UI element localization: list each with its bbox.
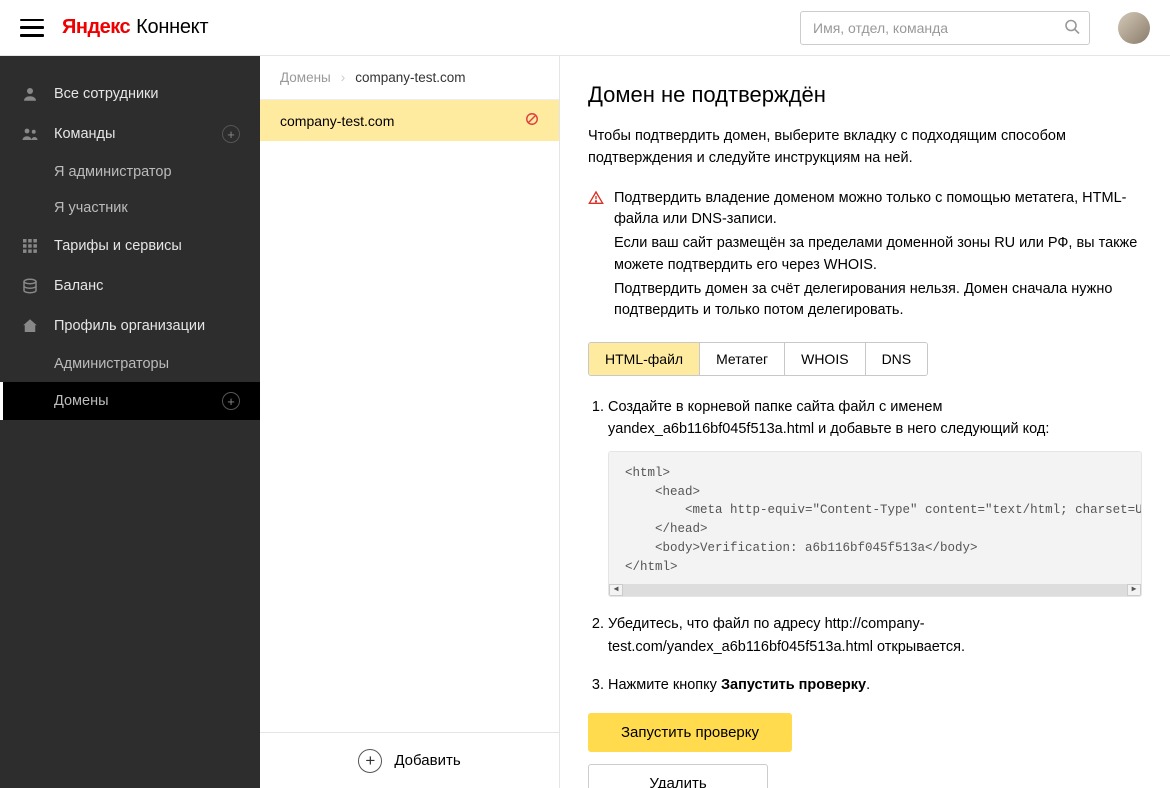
search-icon[interactable] [1064, 18, 1080, 37]
plus-icon: + [358, 749, 382, 773]
alert-line: Подтвердить владение доменом можно тольк… [614, 188, 1142, 232]
sidebar-item-balance[interactable]: Баланс [0, 266, 260, 306]
domain-list: company-test.com [260, 100, 559, 732]
sidebar-item-teams[interactable]: Команды + [0, 114, 260, 154]
step-1: Создайте в корневой папке сайта файл с и… [608, 396, 1142, 597]
run-check-button[interactable]: Запустить проверку [588, 713, 792, 752]
sidebar-label: Администраторы [54, 356, 240, 372]
sidebar-label: Все сотрудники [54, 86, 240, 102]
sidebar-label: Я администратор [54, 164, 240, 180]
people-icon [20, 124, 40, 144]
domain-row[interactable]: company-test.com [260, 100, 559, 141]
breadcrumb-current: company-test.com [355, 70, 465, 85]
alert-line: Если ваш сайт размещён за пределами доме… [614, 233, 1142, 277]
sidebar: Все сотрудники Команды + Я администратор… [0, 56, 260, 788]
sidebar-label: Команды [54, 126, 222, 142]
sidebar-label: Баланс [54, 278, 240, 294]
sidebar-label: Домены [54, 393, 222, 409]
sidebar-item-admins[interactable]: Администраторы [0, 346, 260, 382]
search-input[interactable] [800, 11, 1090, 45]
grid-icon [20, 236, 40, 256]
menu-hamburger-icon[interactable] [20, 19, 44, 37]
person-icon [20, 84, 40, 104]
tab-dns[interactable]: DNS [866, 343, 928, 375]
steps: Создайте в корневой папке сайта файл с и… [588, 396, 1142, 697]
code-content: <html> <head> <meta http-equiv="Content-… [625, 466, 1142, 574]
domain-name: company-test.com [280, 113, 394, 129]
add-label: Добавить [394, 752, 460, 769]
tab-html-file[interactable]: HTML-файл [589, 343, 700, 375]
sidebar-item-tariffs[interactable]: Тарифы и сервисы [0, 226, 260, 266]
sidebar-item-all-employees[interactable]: Все сотрудники [0, 74, 260, 114]
step-2: Убедитесь, что файл по адресу http://com… [608, 613, 1142, 658]
search-box [800, 11, 1090, 45]
add-icon[interactable]: + [222, 392, 240, 410]
sidebar-item-team-admin[interactable]: Я администратор [0, 154, 260, 190]
sidebar-item-team-member[interactable]: Я участник [0, 190, 260, 226]
app-logo[interactable]: Яндекс Коннект [62, 16, 208, 39]
horizontal-scrollbar[interactable] [609, 584, 1141, 596]
logo-product: Коннект [136, 16, 208, 39]
step-3: Нажмите кнопку Запустить проверку. [608, 674, 1142, 696]
verify-tabs: HTML-файл Метатег WHOIS DNS [588, 342, 928, 376]
add-icon[interactable]: + [222, 125, 240, 143]
logo-brand: Яндекс [62, 16, 130, 39]
code-block[interactable]: <html> <head> <meta http-equiv="Content-… [608, 451, 1142, 598]
sidebar-item-org-profile[interactable]: Профиль организации [0, 306, 260, 346]
page-title: Домен не подтверждён [588, 82, 1142, 108]
sidebar-item-domains[interactable]: Домены + [0, 382, 260, 420]
chevron-right-icon: › [341, 70, 346, 85]
alert-line: Подтвердить домен за счёт делегирования … [614, 279, 1142, 323]
blocked-icon [525, 112, 539, 129]
app-header: Яндекс Коннект [0, 0, 1170, 56]
domain-column: Домены › company-test.com company-test.c… [260, 56, 560, 788]
delete-button[interactable]: Удалить [588, 764, 768, 788]
sidebar-label: Тарифы и сервисы [54, 238, 240, 254]
alert-box: Подтвердить владение доменом можно тольк… [588, 188, 1142, 325]
add-domain-button[interactable]: + Добавить [260, 732, 559, 788]
breadcrumb: Домены › company-test.com [260, 56, 559, 100]
main-content: Домен не подтверждён Чтобы подтвердить д… [560, 56, 1170, 788]
stack-icon [20, 276, 40, 296]
warning-icon [588, 190, 604, 325]
tab-metatag[interactable]: Метатег [700, 343, 785, 375]
tab-whois[interactable]: WHOIS [785, 343, 865, 375]
sidebar-label: Профиль организации [54, 318, 240, 334]
breadcrumb-root[interactable]: Домены [280, 70, 331, 85]
sidebar-label: Я участник [54, 200, 240, 216]
user-avatar[interactable] [1118, 12, 1150, 44]
button-row: Запустить проверку Удалить [588, 713, 1142, 788]
alert-text: Подтвердить владение доменом можно тольк… [614, 188, 1142, 325]
home-icon [20, 316, 40, 336]
intro-text: Чтобы подтвердить домен, выберите вкладк… [588, 126, 1142, 170]
